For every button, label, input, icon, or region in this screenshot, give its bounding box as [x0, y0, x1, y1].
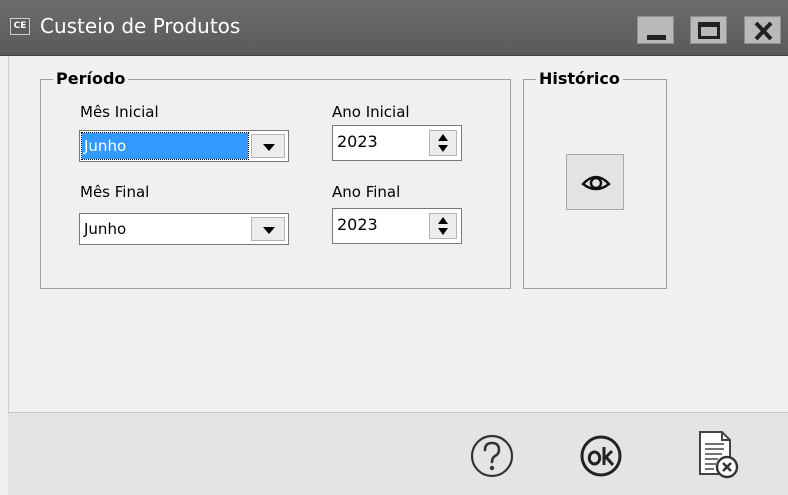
app-icon: CE [10, 18, 30, 35]
arrow-down-icon[interactable] [438, 145, 448, 152]
mes-final-value: Junho [84, 220, 127, 238]
mes-inicial-value: Junho [81, 132, 249, 160]
window-title: Custeio de Produtos [40, 14, 241, 38]
ano-inicial-spinner[interactable]: 2023 [332, 125, 462, 161]
minimize-button[interactable] [637, 16, 674, 44]
ano-final-spinner[interactable]: 2023 [332, 208, 462, 244]
historico-legend: Histórico [536, 69, 623, 88]
ano-inicial-value: 2023 [337, 132, 378, 151]
window-body: Período Mês Inicial Junho Mês Final Junh… [8, 56, 788, 412]
maximize-button[interactable] [690, 16, 727, 44]
periodo-legend: Período [53, 69, 129, 88]
help-icon[interactable] [468, 432, 516, 480]
mes-inicial-select[interactable]: Junho [79, 130, 289, 162]
spinner-arrows-icon[interactable] [429, 130, 457, 156]
maximize-icon [698, 22, 720, 39]
periodo-group: Período Mês Inicial Junho Mês Final Junh… [40, 69, 511, 289]
arrow-up-icon[interactable] [438, 217, 448, 224]
mes-final-select[interactable]: Junho [79, 213, 289, 245]
historico-group: Histórico [523, 69, 667, 289]
mes-final-label: Mês Final [80, 183, 150, 201]
ok-icon[interactable] [579, 434, 623, 478]
chevron-down-icon[interactable] [251, 134, 285, 158]
cancel-document-icon[interactable] [696, 429, 740, 481]
ano-inicial-label: Ano Inicial [332, 103, 410, 121]
footer-toolbar [8, 412, 788, 495]
ano-final-value: 2023 [337, 215, 378, 234]
eye-icon [581, 175, 611, 191]
spinner-arrows-icon[interactable] [429, 213, 457, 239]
ano-final-label: Ano Final [332, 183, 401, 201]
close-icon [754, 21, 773, 41]
mes-inicial-label: Mês Inicial [80, 103, 159, 121]
arrow-down-icon[interactable] [438, 228, 448, 235]
arrow-up-icon[interactable] [438, 134, 448, 141]
title-bar: CE Custeio de Produtos [0, 0, 788, 56]
chevron-down-icon[interactable] [251, 217, 285, 241]
minimize-icon [647, 35, 666, 40]
close-button[interactable] [744, 16, 781, 44]
historico-view-button[interactable] [566, 154, 624, 210]
